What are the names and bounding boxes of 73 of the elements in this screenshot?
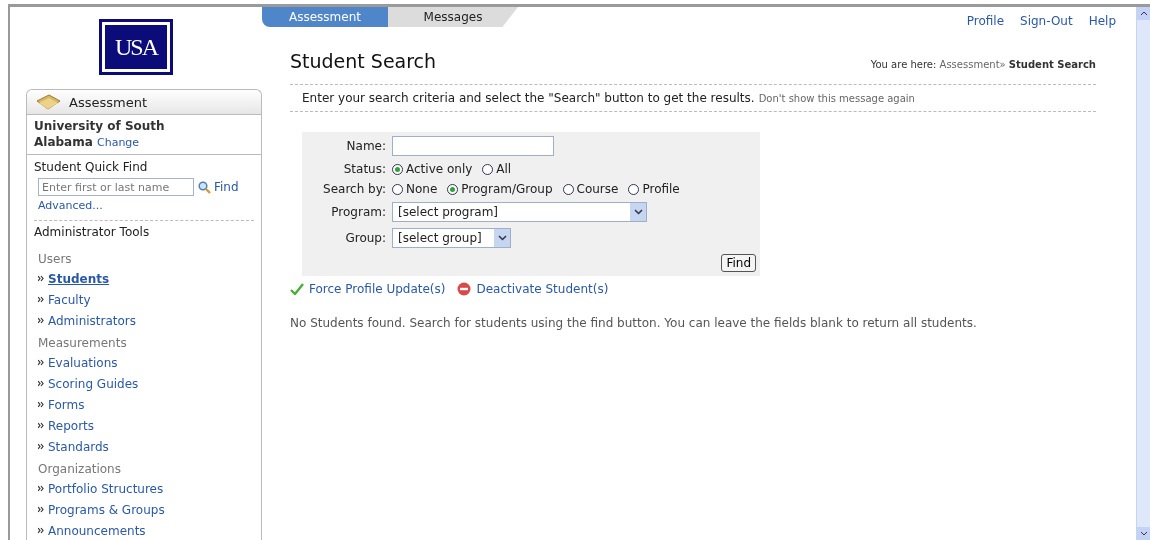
top-link[interactable]: Sign-Out (1020, 14, 1073, 28)
double-chevron-icon (38, 422, 45, 429)
section-title: Administrator Tools (34, 225, 151, 239)
university-logo: USA (99, 19, 173, 75)
top-link[interactable]: Help (1088, 14, 1116, 28)
scroll-down-icon[interactable] (1139, 531, 1148, 536)
group-title: Users (37, 252, 73, 266)
double-chevron-icon (38, 296, 45, 303)
dismiss-link[interactable]: Don't show this message again (758, 93, 915, 104)
nav-link[interactable]: Forms (27, 394, 261, 415)
field-label: Search by: (322, 182, 386, 196)
double-chevron-icon (38, 485, 45, 492)
program-dropdown[interactable]: [select program] (392, 202, 647, 222)
nav-link[interactable]: Faculty (27, 289, 261, 310)
panel-header: Assessment (27, 90, 261, 115)
radio-label: None (406, 182, 438, 196)
double-chevron-icon (38, 401, 45, 408)
group-title: Measurements (37, 336, 128, 350)
double-chevron-icon (38, 443, 45, 450)
nav-link[interactable]: Students (27, 268, 261, 289)
radio-button[interactable] (628, 183, 640, 195)
double-chevron-icon (38, 506, 45, 513)
breadcrumb: You are here: Assessment» Student Search (870, 59, 1096, 72)
advanced-link[interactable]: Advanced... (38, 199, 103, 212)
double-chevron-icon (38, 317, 45, 324)
action-link[interactable]: Force Profile Update(s) (290, 282, 446, 296)
change-link[interactable]: Change (97, 136, 140, 149)
quick-find-field[interactable]: Enter first or last name (38, 178, 194, 196)
nav-link[interactable]: Evaluations (27, 352, 261, 373)
radio-button[interactable] (392, 183, 403, 195)
field-label: Group: (344, 231, 386, 245)
group-dropdown[interactable]: [select group] (392, 228, 511, 248)
nav-link[interactable]: Standards (27, 436, 261, 457)
result-message: No Students found. Search for students using the find button. You can leave the fields blank to return all students. (290, 316, 978, 330)
nav-link[interactable]: Administrators (27, 310, 261, 331)
tab[interactable]: Messages (388, 7, 518, 27)
action-link[interactable]: Deactivate Student(s) (457, 282, 609, 296)
field-label: Program: (330, 205, 386, 219)
nav-link[interactable]: Programs & Groups (27, 499, 261, 520)
check-icon (290, 283, 304, 295)
top-link[interactable]: Profile (966, 14, 1005, 28)
tab[interactable]: Assessment (262, 7, 388, 27)
nav-link[interactable]: Portfolio Structures (27, 478, 261, 499)
find-link[interactable]: Find (198, 180, 239, 194)
radio-label: Profile (642, 182, 680, 196)
radio-label: All (496, 162, 512, 176)
institution-name: University of South Alabama Change (27, 115, 261, 155)
radio-button[interactable] (482, 163, 494, 175)
radio-label: Program/Group (461, 182, 553, 196)
double-chevron-icon (38, 275, 45, 282)
folder-icon (35, 94, 61, 110)
nav-link[interactable]: Scoring Guides (27, 373, 261, 394)
scroll-up-icon[interactable] (1139, 11, 1148, 16)
double-chevron-icon (38, 359, 45, 366)
radio-label: Course (576, 182, 619, 196)
double-chevron-icon (38, 380, 45, 387)
field-label: Status: (342, 162, 386, 176)
page-title: Student Search (290, 50, 437, 72)
nav-link[interactable]: Reports (27, 415, 261, 436)
radio-button[interactable] (392, 163, 403, 175)
nav-link[interactable]: Announcements (27, 520, 261, 540)
radio-label: Active only (406, 162, 473, 176)
section-title: Student Quick Find (34, 160, 149, 174)
radio-button[interactable] (447, 183, 459, 195)
radio-button[interactable] (562, 183, 574, 195)
minus-circle-icon (457, 282, 472, 296)
field-label: Name: (345, 139, 386, 153)
group-title: Organizations (37, 462, 122, 476)
instruction-text: Enter your search criteria and select the "Search" button to get the results. (302, 91, 755, 105)
search-icon (198, 180, 211, 194)
name-field[interactable] (392, 136, 554, 156)
find-button[interactable]: Find (721, 254, 756, 272)
double-chevron-icon (38, 527, 45, 534)
